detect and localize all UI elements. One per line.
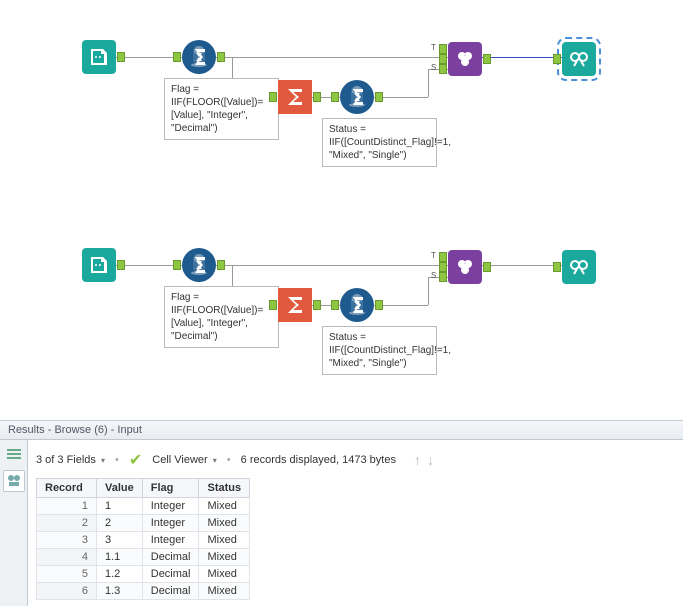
connection-wire	[428, 277, 429, 305]
connection-wire	[216, 57, 448, 58]
anchor[interactable]	[217, 260, 225, 270]
table-cell[interactable]: 2	[37, 515, 97, 532]
formula-tool-2-annotation: Status = IIF([CountDistinct_Flag]!=1, "M…	[322, 326, 437, 375]
table-cell[interactable]: Mixed	[199, 498, 250, 515]
check-icon: ✔	[129, 450, 142, 470]
table-cell[interactable]: Decimal	[142, 583, 199, 600]
connection-wire	[482, 265, 562, 266]
formula-tool-2-annotation: Status = IIF([CountDistinct_Flag]!=1, "M…	[322, 118, 437, 167]
summarize-tool[interactable]	[278, 288, 312, 322]
anchor[interactable]	[331, 92, 339, 102]
anchor[interactable]	[269, 300, 277, 310]
anchor[interactable]	[117, 260, 125, 270]
table-cell[interactable]: Integer	[142, 498, 199, 515]
anchor[interactable]	[439, 64, 447, 74]
formula-tool-1[interactable]	[182, 40, 216, 74]
table-cell[interactable]: Mixed	[199, 515, 250, 532]
results-panel: Results - Browse (6) - Input 3 of 3 Fiel…	[0, 420, 683, 606]
table-row[interactable]: 61.3DecimalMixed	[37, 583, 250, 600]
anchor[interactable]	[553, 54, 561, 64]
anchor[interactable]	[269, 92, 277, 102]
join-tool[interactable]	[448, 42, 482, 76]
anchor[interactable]	[375, 300, 383, 310]
anchor[interactable]	[375, 92, 383, 102]
table-row[interactable]: 51.2DecimalMixed	[37, 566, 250, 583]
fields-dropdown[interactable]: 3 of 3 Fields ▾	[36, 454, 105, 466]
browse-tool[interactable]	[562, 250, 596, 284]
formula-tool-2[interactable]	[340, 80, 374, 114]
table-cell[interactable]: Integer	[142, 532, 199, 549]
results-title: Results - Browse (6) - Input	[0, 421, 683, 440]
anchor[interactable]	[313, 92, 321, 102]
column-header[interactable]: Record	[37, 479, 97, 498]
browse-tool[interactable]	[562, 42, 596, 76]
column-header[interactable]: Flag	[142, 479, 199, 498]
formula-tool-2[interactable]	[340, 288, 374, 322]
table-cell[interactable]: 5	[37, 566, 97, 583]
anchor[interactable]	[439, 252, 447, 262]
table-row[interactable]: 33IntegerMixed	[37, 532, 250, 549]
results-table[interactable]: RecordValueFlagStatus 11IntegerMixed22In…	[36, 478, 250, 600]
table-cell[interactable]: 1.1	[97, 549, 143, 566]
anchor[interactable]	[173, 52, 181, 62]
table-cell[interactable]: 1.3	[97, 583, 143, 600]
connection-wire	[216, 265, 448, 266]
connection-wire	[482, 57, 562, 58]
cell-viewer-dropdown[interactable]: Cell Viewer ▾	[152, 454, 217, 466]
table-cell[interactable]: 1	[97, 498, 143, 515]
table-cell[interactable]: 3	[97, 532, 143, 549]
results-toolbar: 3 of 3 Fields ▾ • ✔ Cell Viewer ▾ • 6 re…	[36, 446, 675, 478]
anchor[interactable]	[553, 262, 561, 272]
table-cell[interactable]: 3	[37, 532, 97, 549]
anchor[interactable]	[439, 262, 447, 272]
records-view-button[interactable]	[3, 444, 25, 466]
table-cell[interactable]: Mixed	[199, 549, 250, 566]
anchor[interactable]	[439, 54, 447, 64]
column-header[interactable]: Status	[199, 479, 250, 498]
next-record-button[interactable]: ↓	[427, 452, 434, 468]
join-tool[interactable]	[448, 250, 482, 284]
table-cell[interactable]: Mixed	[199, 566, 250, 583]
formula-tool-1-annotation: Flag = IIF(FLOOR([Value])=[Value], "Inte…	[164, 286, 279, 348]
table-cell[interactable]: 1	[37, 498, 97, 515]
metadata-view-button[interactable]	[3, 470, 25, 492]
column-header[interactable]: Value	[97, 479, 143, 498]
prev-record-button[interactable]: ↑	[414, 452, 421, 468]
anchor[interactable]	[439, 44, 447, 54]
records-summary: 6 records displayed, 1473 bytes	[241, 454, 396, 466]
table-cell[interactable]: Decimal	[142, 549, 199, 566]
anchor[interactable]	[331, 300, 339, 310]
anchor[interactable]	[483, 262, 491, 272]
table-row[interactable]: 22IntegerMixed	[37, 515, 250, 532]
table-cell[interactable]: 2	[97, 515, 143, 532]
table-row[interactable]: 11IntegerMixed	[37, 498, 250, 515]
table-cell[interactable]: 4	[37, 549, 97, 566]
results-sidebar	[0, 440, 28, 606]
input-tool[interactable]	[82, 248, 116, 282]
anchor[interactable]	[439, 272, 447, 282]
anchor[interactable]	[483, 54, 491, 64]
table-cell[interactable]: Decimal	[142, 566, 199, 583]
table-cell[interactable]: 6	[37, 583, 97, 600]
table-cell[interactable]: 1.2	[97, 566, 143, 583]
connection-wire	[428, 69, 429, 97]
workflow-canvas[interactable]: Flag = IIF(FLOOR([Value])=[Value], "Inte…	[0, 0, 683, 420]
anchor[interactable]	[313, 300, 321, 310]
summarize-tool[interactable]	[278, 80, 312, 114]
table-cell[interactable]: Mixed	[199, 532, 250, 549]
anchor[interactable]	[117, 52, 125, 62]
formula-tool-1-annotation: Flag = IIF(FLOOR([Value])=[Value], "Inte…	[164, 78, 279, 140]
table-row[interactable]: 41.1DecimalMixed	[37, 549, 250, 566]
anchor[interactable]	[217, 52, 225, 62]
table-cell[interactable]: Mixed	[199, 583, 250, 600]
table-cell[interactable]: Integer	[142, 515, 199, 532]
formula-tool-1[interactable]	[182, 248, 216, 282]
anchor[interactable]	[173, 260, 181, 270]
input-tool[interactable]	[82, 40, 116, 74]
